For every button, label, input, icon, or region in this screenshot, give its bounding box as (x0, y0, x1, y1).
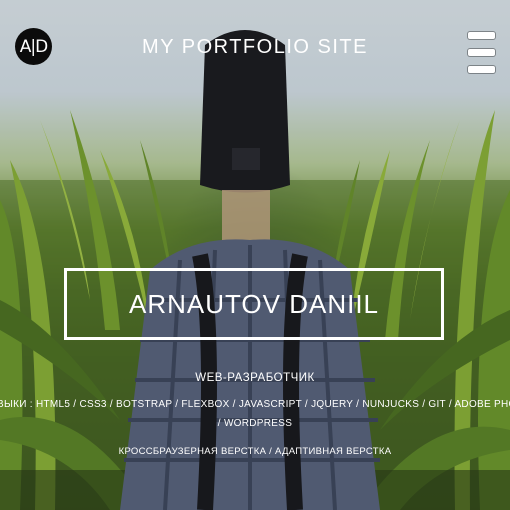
menu-bar-middle (468, 49, 495, 56)
site-title: MY PORTFOLIO SITE (142, 36, 368, 58)
name-frame: ARNAUTOV DANIIL (64, 268, 444, 340)
photo-overlay (0, 0, 510, 510)
menu-bar-top (468, 32, 495, 39)
hero-section: A|D MY PORTFOLIO SITE ARNAUTOV DANIIL WE… (0, 0, 510, 510)
menu-bar-bottom (468, 66, 495, 73)
layout-skills: КРОССБРАУЗЕРНАЯ ВЕРСТКА / АДАПТИВНАЯ ВЕР… (118, 446, 392, 457)
developer-name: ARNAUTOV DANIIL (128, 288, 379, 319)
skills-text: АВЫКИ : HTML5 / CSS3 / BOTSTRAP / FLEXBO… (0, 399, 510, 410)
hamburger-menu-icon[interactable] (468, 32, 495, 76)
skills-line: АВЫКИ : HTML5 / CSS3 / BOTSTRAP / FLEXBO… (0, 399, 510, 413)
developer-role: WEB-РАЗРАБОТЧИК (195, 372, 315, 384)
skills-wrap-text: / WORDPRESS (217, 418, 293, 429)
